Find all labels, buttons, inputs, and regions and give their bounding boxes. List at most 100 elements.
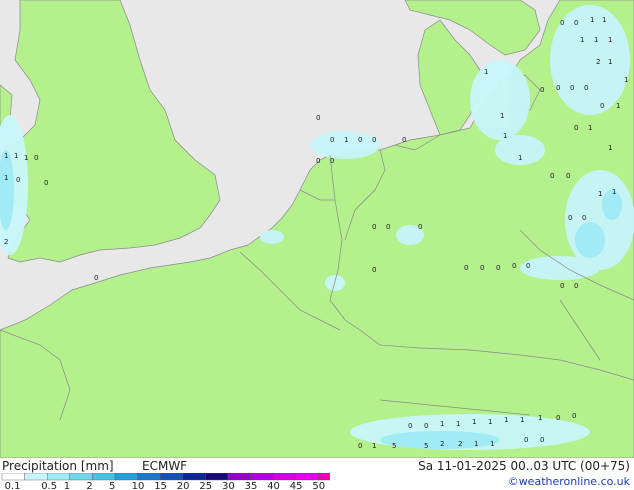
svg-text:0: 0 [372,136,376,144]
svg-text:1: 1 [344,136,348,144]
svg-text:2: 2 [4,238,8,246]
scale-swatch [273,473,297,481]
scale-swatch [159,473,183,481]
svg-text:0: 0 [512,262,516,270]
scale-label: 10 [132,481,145,490]
svg-text:1: 1 [594,36,598,44]
svg-text:0: 0 [584,84,588,92]
svg-text:2: 2 [458,440,462,448]
svg-text:1: 1 [608,58,612,66]
svg-text:1: 1 [472,418,476,426]
scale-swatch [92,473,116,481]
svg-text:1: 1 [14,152,18,160]
svg-text:1: 1 [624,76,628,84]
svg-text:1: 1 [590,16,594,24]
color-scale-labels: 0.1 0.5 1 2 5 10 15 20 25 30 35 40 45 50 [5,481,326,490]
scale-swatch [137,473,161,481]
forecast-datetime: Sa 11-01-2025 00..03 UTC (00+75) [418,459,630,473]
svg-text:1: 1 [4,174,8,182]
scale-label: 5 [109,481,115,490]
svg-text:0: 0 [540,436,544,444]
svg-text:1: 1 [456,420,460,428]
svg-text:1: 1 [474,440,478,448]
scale-label: 40 [267,481,280,490]
svg-text:1: 1 [490,440,494,448]
svg-text:5: 5 [392,442,396,450]
scale-swatch [205,473,229,481]
svg-text:0: 0 [480,264,484,272]
precipitation-map: 1 1 1 0 1 0 0 2 0 0 0 1 0 0 0 0 0 0 0 1 … [0,0,634,459]
color-scale: 0.1 0.5 1 2 5 10 15 20 25 30 35 40 45 50 [1,473,330,490]
scale-label: 35 [245,481,258,490]
svg-text:1: 1 [484,68,488,76]
svg-text:0: 0 [16,176,20,184]
svg-text:0: 0 [556,84,560,92]
svg-text:5: 5 [424,442,428,450]
svg-text:0: 0 [570,84,574,92]
svg-text:0: 0 [330,136,334,144]
legend-title: Precipitation [mm] [2,459,114,473]
svg-text:0: 0 [424,422,428,430]
scale-label: 15 [154,481,167,490]
svg-text:1: 1 [602,16,606,24]
map-canvas: 1 1 1 0 1 0 0 2 0 0 0 1 0 0 0 0 0 0 0 1 … [0,0,634,459]
svg-text:2: 2 [440,440,444,448]
svg-text:0: 0 [464,264,468,272]
scale-swatch [1,473,25,481]
svg-text:1: 1 [598,190,602,198]
legend-footer: Precipitation [mm] ECMWF Sa 11-01-2025 0… [0,458,634,490]
svg-text:0: 0 [524,436,528,444]
svg-text:1: 1 [580,36,584,44]
svg-text:1: 1 [503,132,507,140]
svg-text:0: 0 [94,274,98,282]
model-name: ECMWF [142,459,188,473]
svg-text:0: 0 [560,282,564,290]
svg-text:1: 1 [608,144,612,152]
svg-text:0: 0 [560,19,564,27]
svg-text:0: 0 [34,154,38,162]
scale-label: 0.1 [5,481,21,490]
svg-text:0: 0 [372,223,376,231]
scale-label: 50 [312,481,325,490]
svg-text:1: 1 [24,154,28,162]
scale-swatch [24,473,48,481]
svg-text:0: 0 [496,264,500,272]
svg-text:0: 0 [574,19,578,27]
svg-text:0: 0 [574,282,578,290]
svg-text:1: 1 [488,418,492,426]
scale-swatch [182,473,206,481]
svg-text:1: 1 [608,36,612,44]
scale-label: 25 [199,481,212,490]
scale-swatch [295,473,319,481]
svg-text:1: 1 [440,420,444,428]
svg-text:0: 0 [540,86,544,94]
svg-text:1: 1 [520,416,524,424]
svg-text:2: 2 [596,58,600,66]
svg-text:1: 1 [538,414,542,422]
svg-text:1: 1 [4,152,8,160]
svg-text:0: 0 [566,172,570,180]
credit-link[interactable]: ©weatheronline.co.uk [508,475,630,488]
svg-text:0: 0 [556,414,560,422]
svg-text:0: 0 [402,136,406,144]
scale-swatch [318,473,330,481]
scale-swatch [227,473,251,481]
scale-swatch [69,473,93,481]
svg-text:0: 0 [572,412,576,420]
color-scale-swatches [1,473,330,481]
scale-label: 2 [86,481,92,490]
svg-text:0: 0 [582,214,586,222]
svg-text:0: 0 [418,223,422,231]
svg-text:0: 0 [408,422,412,430]
scale-label: 45 [290,481,303,490]
svg-text:1: 1 [518,154,522,162]
svg-text:0: 0 [568,214,572,222]
svg-text:0: 0 [358,442,362,450]
svg-text:0: 0 [574,124,578,132]
scale-swatch [114,473,138,481]
svg-text:0: 0 [316,157,320,165]
svg-text:1: 1 [372,442,376,450]
svg-text:0: 0 [316,114,320,122]
svg-text:0: 0 [358,136,362,144]
svg-text:0: 0 [600,102,604,110]
